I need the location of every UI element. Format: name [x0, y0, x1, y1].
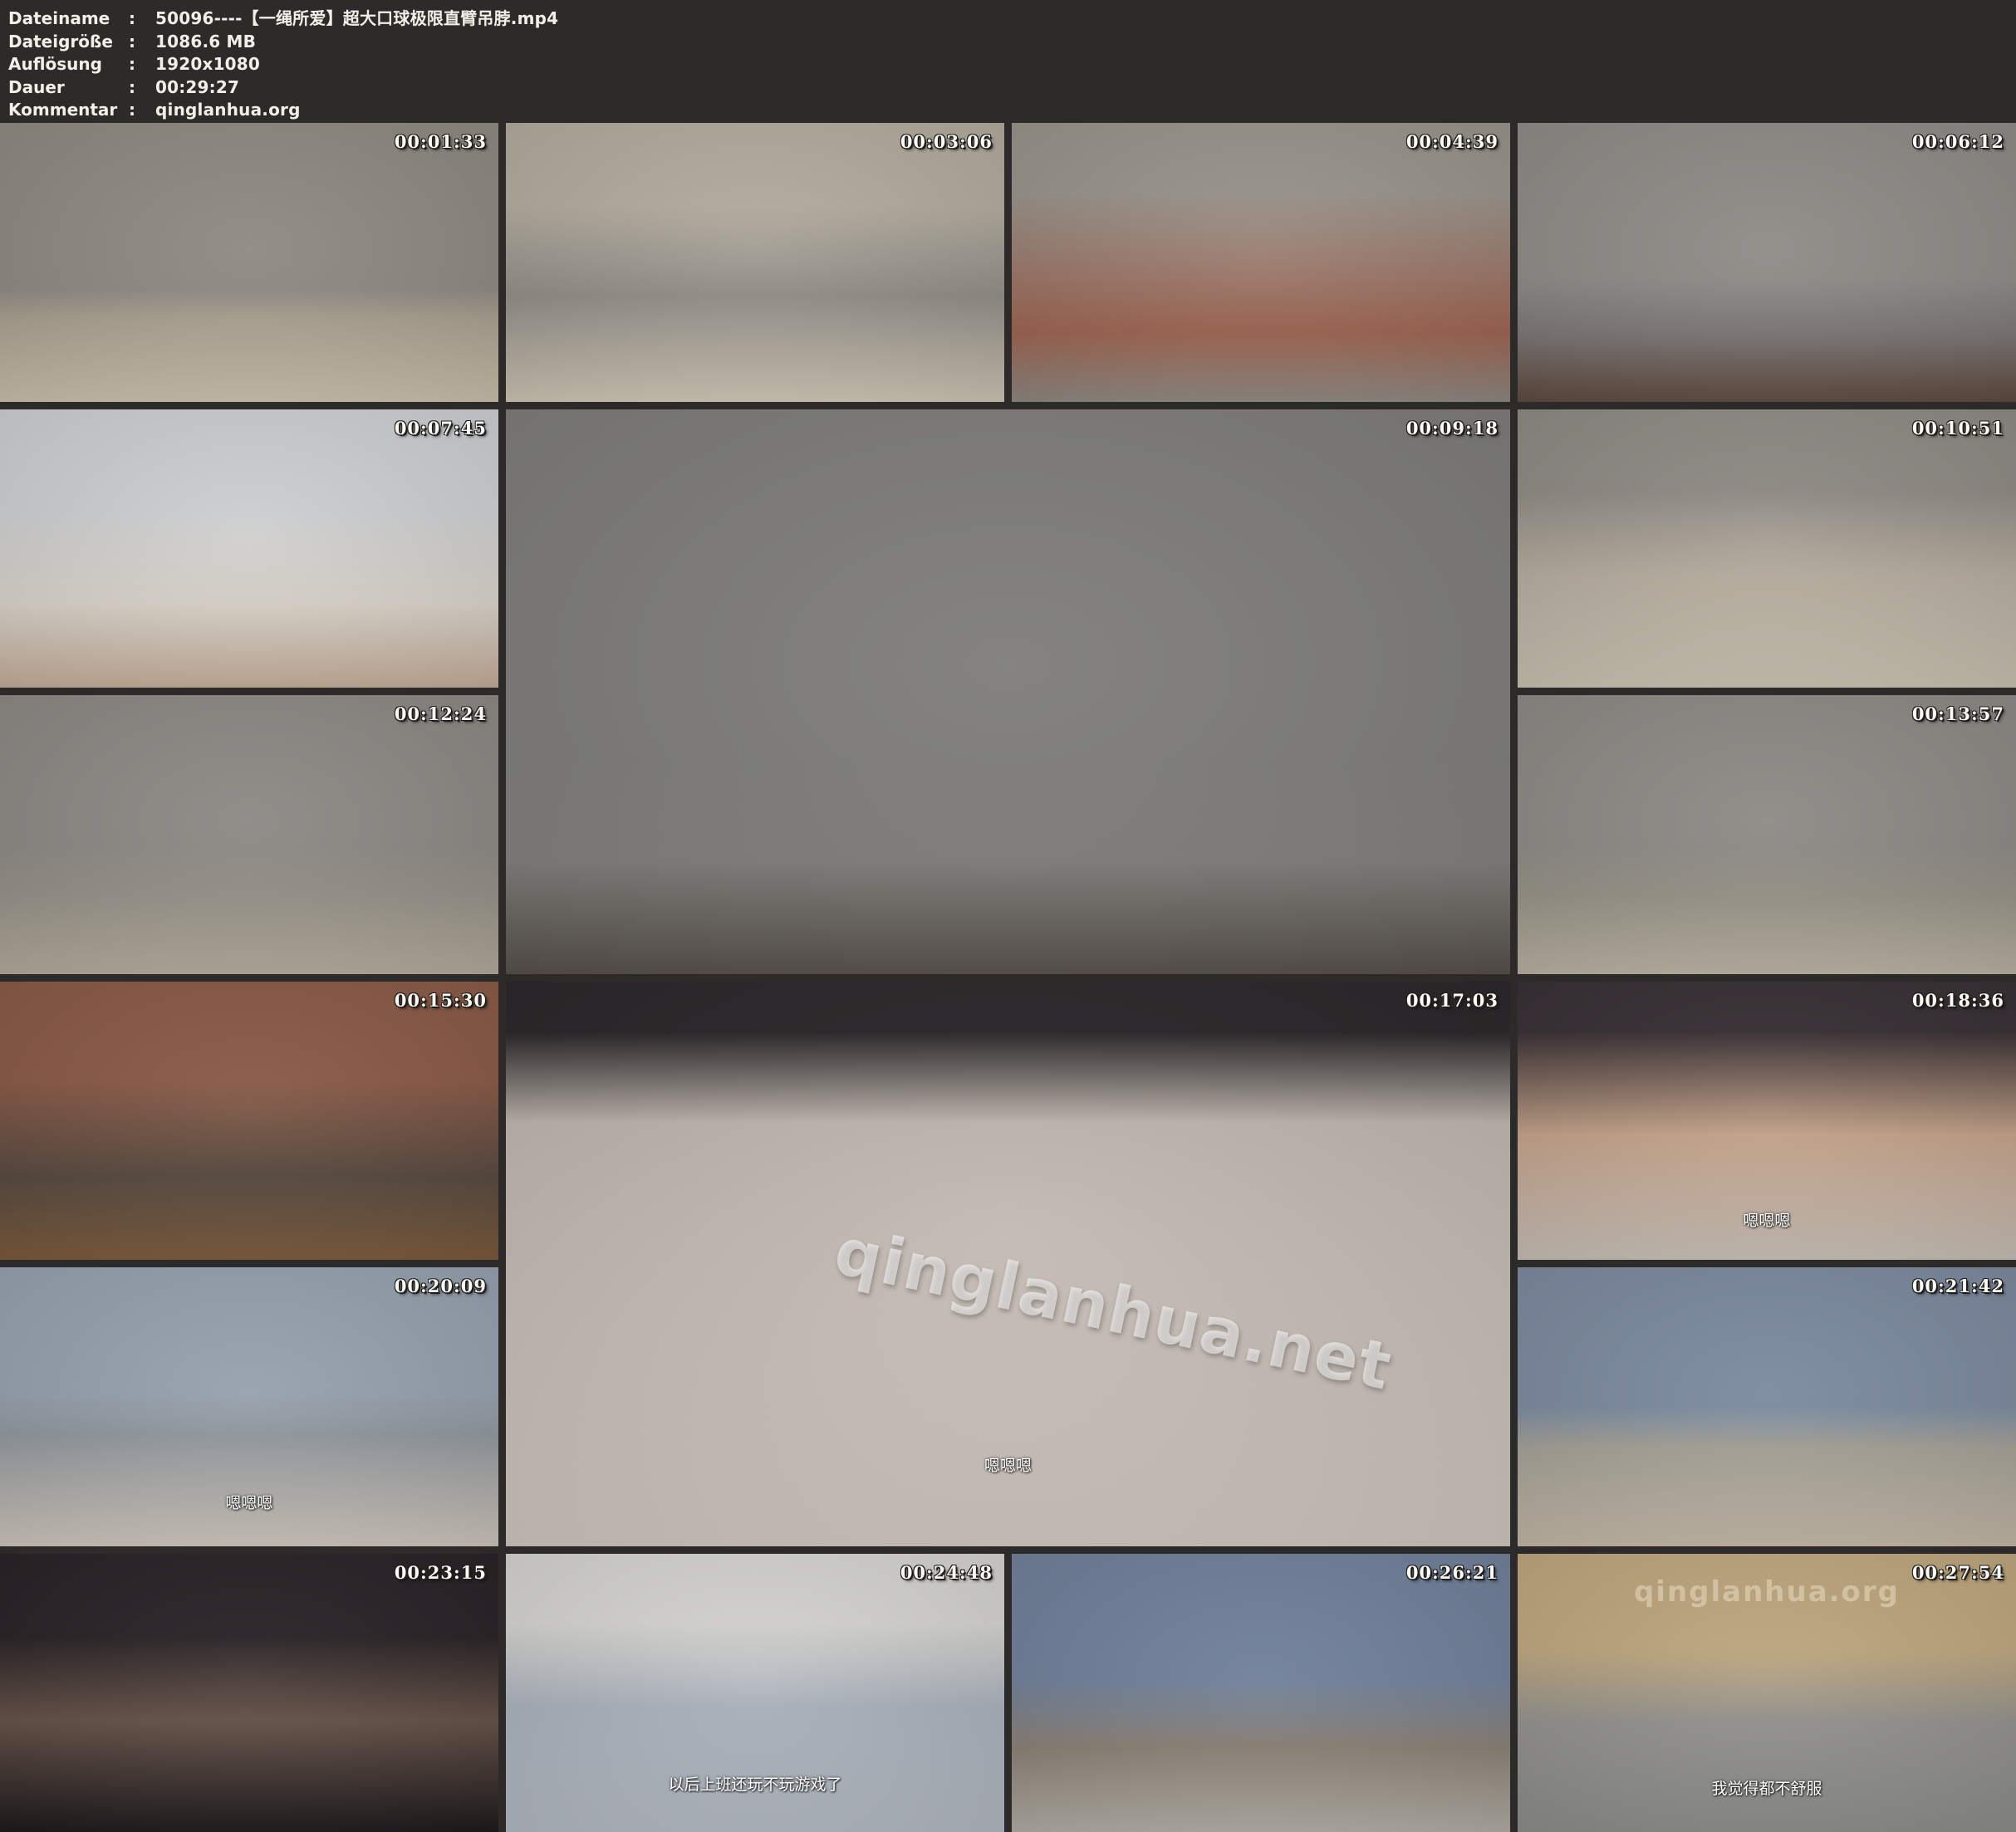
meta-value-comment: qinglanhua.org: [155, 99, 301, 122]
meta-separator: :: [129, 99, 155, 122]
video-thumbnail: 00:01:33: [0, 123, 498, 402]
meta-separator: :: [129, 76, 155, 100]
meta-label: Dauer: [8, 76, 129, 100]
meta-value-resolution: 1920x1080: [155, 53, 260, 76]
subtitle-caption: 嗯嗯嗯: [0, 1491, 498, 1513]
video-thumbnail: 00:18:36 嗯嗯嗯: [1518, 982, 2016, 1261]
timestamp-overlay: 00:17:03: [1406, 990, 1499, 1011]
video-thumbnail-large: 00:09:18: [506, 409, 1510, 974]
thumbnail-grid: 00:01:33 00:03:06 00:04:39 00:06:12 00:0…: [0, 123, 2016, 1832]
meta-separator: :: [129, 7, 155, 31]
subtitle-caption: 以后上班还玩不玩游戏了: [506, 1772, 1004, 1795]
contact-sheet: Dateiname : 50096----【一绳所爱】超大口球极限直臂吊脖.mp…: [0, 0, 2016, 1832]
video-thumbnail: 00:20:09 嗯嗯嗯: [0, 1267, 498, 1546]
watermark-text: qinglanhua.net: [828, 1214, 1398, 1405]
meta-label: Dateiname: [8, 7, 129, 31]
meta-row-filesize: Dateigröße : 1086.6 MB: [8, 31, 2016, 54]
timestamp-overlay: 00:26:21: [1406, 1562, 1499, 1583]
video-thumbnail: 00:06:12: [1518, 123, 2016, 402]
meta-row-filename: Dateiname : 50096----【一绳所爱】超大口球极限直臂吊脖.mp…: [8, 7, 2016, 31]
timestamp-overlay: 00:23:15: [395, 1562, 487, 1583]
subtitle-caption: 嗯嗯嗯: [1518, 1208, 2016, 1231]
timestamp-overlay: 00:21:42: [1912, 1276, 2004, 1296]
video-thumbnail: 00:24:48 以后上班还玩不玩游戏了: [506, 1554, 1004, 1832]
video-thumbnail: 00:10:51: [1518, 409, 2016, 688]
meta-label: Dateigröße: [8, 31, 129, 54]
video-thumbnail: 00:15:30: [0, 982, 498, 1261]
timestamp-overlay: 00:10:51: [1912, 418, 2004, 438]
video-thumbnail-large: 00:17:03 qinglanhua.net 嗯嗯嗯: [506, 982, 1510, 1546]
meta-separator: :: [129, 31, 155, 54]
video-thumbnail: 00:13:57: [1518, 695, 2016, 974]
video-thumbnail: 00:12:24: [0, 695, 498, 974]
video-thumbnail: 00:04:39: [1012, 123, 1510, 402]
timestamp-overlay: 00:01:33: [395, 131, 487, 152]
video-thumbnail: 00:27:54 qinglanhua.org 我觉得都不舒服: [1518, 1554, 2016, 1832]
timestamp-overlay: 00:27:54: [1912, 1562, 2004, 1583]
timestamp-overlay: 00:07:45: [395, 418, 487, 438]
video-thumbnail: 00:21:42: [1518, 1267, 2016, 1546]
timestamp-overlay: 00:24:48: [900, 1562, 993, 1583]
video-thumbnail: 00:26:21: [1012, 1554, 1510, 1832]
meta-row-comment: Kommentar : qinglanhua.org: [8, 99, 2016, 122]
timestamp-overlay: 00:15:30: [395, 990, 487, 1011]
subtitle-caption: 我觉得都不舒服: [1518, 1776, 2016, 1799]
meta-value-filesize: 1086.6 MB: [155, 31, 256, 54]
meta-value-duration: 00:29:27: [155, 76, 239, 100]
meta-value-filename: 50096----【一绳所爱】超大口球极限直臂吊脖.mp4: [155, 7, 558, 31]
meta-separator: :: [129, 53, 155, 76]
video-thumbnail: 00:03:06: [506, 123, 1004, 402]
metadata-header: Dateiname : 50096----【一绳所爱】超大口球极限直臂吊脖.mp…: [0, 0, 2016, 123]
timestamp-overlay: 00:20:09: [395, 1276, 487, 1296]
timestamp-overlay: 00:12:24: [395, 703, 487, 724]
video-thumbnail: 00:23:15: [0, 1554, 498, 1832]
timestamp-overlay: 00:13:57: [1912, 703, 2004, 724]
subtitle-caption: 嗯嗯嗯: [506, 1453, 1510, 1476]
timestamp-overlay: 00:06:12: [1912, 131, 2004, 152]
timestamp-overlay: 00:04:39: [1406, 131, 1499, 152]
timestamp-overlay: 00:03:06: [900, 131, 993, 152]
timestamp-overlay: 00:09:18: [1406, 418, 1499, 438]
timestamp-overlay: 00:18:36: [1912, 990, 2004, 1011]
video-thumbnail: 00:07:45: [0, 409, 498, 688]
meta-label: Kommentar: [8, 99, 129, 122]
meta-row-duration: Dauer : 00:29:27: [8, 76, 2016, 100]
meta-label: Auflösung: [8, 53, 129, 76]
meta-row-resolution: Auflösung : 1920x1080: [8, 53, 2016, 76]
